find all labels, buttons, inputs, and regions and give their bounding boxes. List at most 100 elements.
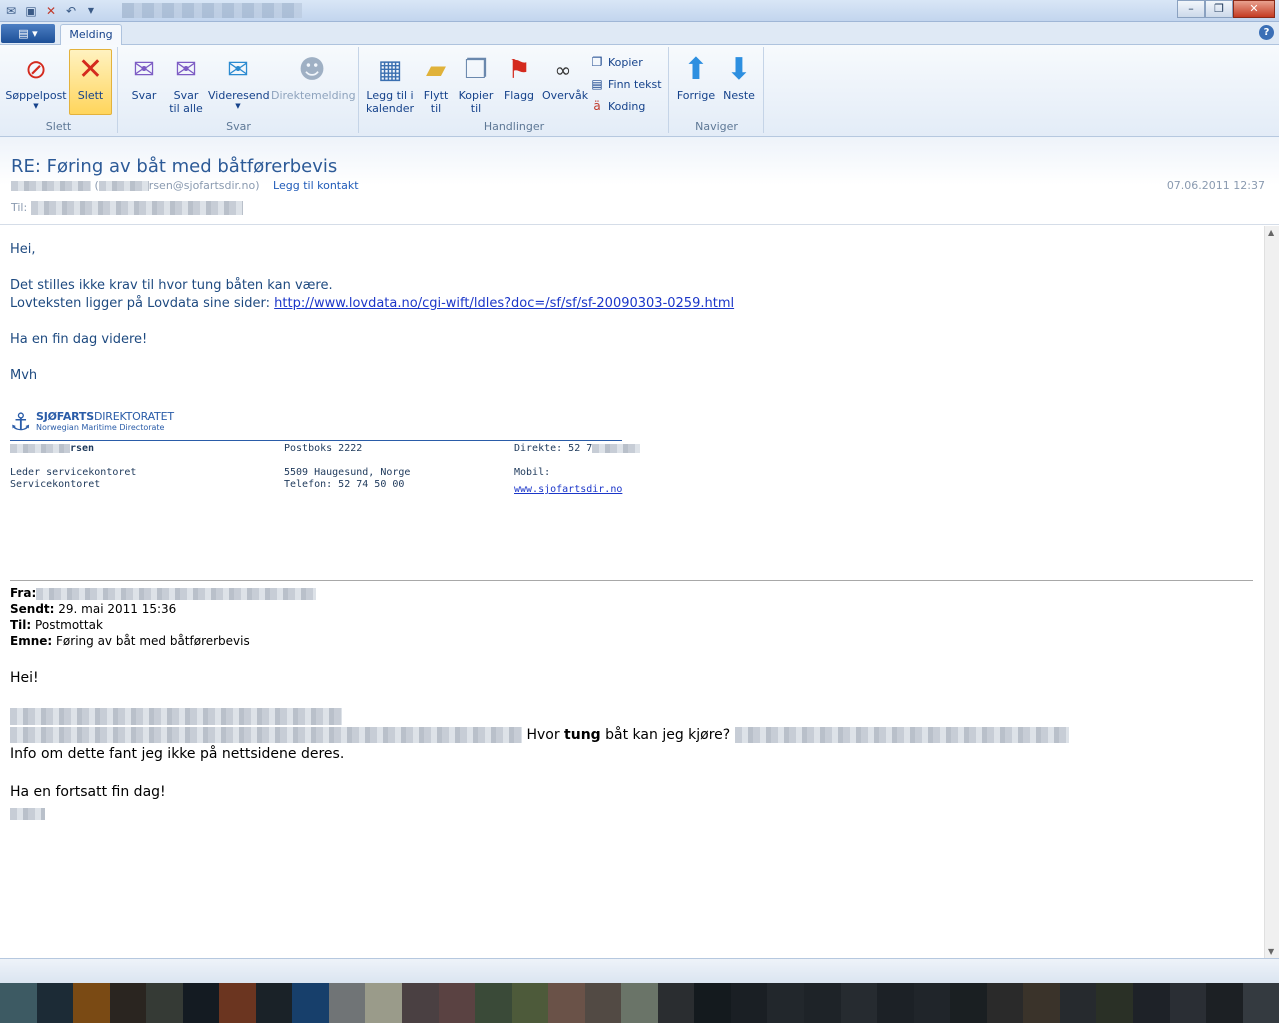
title-bar: ✉ ▣ ✕ ↶ ▼ – ❐ ✕	[0, 0, 1279, 22]
group-svar: ✉ Svar ✉ Svar til alle ✉ Videresend ▼ ☻ …	[119, 47, 359, 133]
reply-all-label-2: til alle	[169, 102, 203, 115]
logo-title-rest: DIREKTORATET	[93, 410, 174, 423]
find-text-button[interactable]: ▤ Finn tekst	[589, 75, 662, 93]
calendar-icon: ▦	[377, 55, 403, 85]
reply-icon[interactable]: ↶	[62, 2, 80, 20]
to-label: Til:	[11, 201, 28, 214]
calendar-label-1: Legg til i	[366, 89, 414, 102]
next-button[interactable]: ⬇ Neste	[719, 49, 759, 119]
quoted-to: Til: Postmottak	[10, 618, 103, 632]
watch-button[interactable]: ∞ Overvåk	[541, 49, 589, 119]
reply-button[interactable]: ✉ Svar	[123, 49, 165, 119]
forward-label: Videresend	[208, 89, 270, 102]
copy-to-label-2: til	[470, 102, 482, 115]
body-line-1: Det stilles ikke krav til hvor tung båte…	[10, 278, 333, 293]
taskbar-redacted	[0, 983, 1279, 1023]
add-to-calendar-button[interactable]: ▦ Legg til i kalender	[364, 49, 416, 119]
forward-icon: ✉	[227, 55, 249, 85]
quoted-subject-label: Emne:	[10, 634, 53, 648]
question-part-a: Hvor	[526, 727, 565, 743]
previous-label: Forrige	[676, 89, 716, 102]
chevron-down-icon: ▼	[235, 102, 241, 110]
save-icon[interactable]: ▣	[22, 2, 40, 20]
signature-website: www.sjofartsdir.no	[514, 484, 622, 495]
copy-to-label-1: Kopier	[458, 89, 494, 102]
next-arrow-icon: ⬇	[726, 52, 752, 87]
group-naviger: ⬆ Forrige ⬇ Neste Naviger	[670, 47, 764, 133]
junk-icon: ⊘	[25, 55, 47, 85]
maximize-button[interactable]: ❐	[1205, 0, 1233, 18]
logo-subtitle: Norwegian Maritime Directorate	[36, 423, 165, 432]
minimize-button[interactable]: –	[1177, 0, 1205, 18]
copy-button[interactable]: ❐ Kopier	[589, 53, 643, 71]
help-icon[interactable]: ?	[1259, 25, 1274, 40]
body-line-2: Lovteksten ligger på Lovdata sine sider:…	[10, 296, 734, 311]
flag-label: Flagg	[503, 89, 535, 102]
delete-button[interactable]: ✕ Slett	[69, 49, 112, 115]
group-label-handlinger: Handlinger	[483, 120, 545, 133]
question-part-b: båt kan jeg kjøre?	[600, 727, 731, 743]
delete-icon[interactable]: ✕	[42, 2, 60, 20]
sender-name-redacted	[11, 181, 91, 191]
app-menu-button[interactable]: ▤ ▾	[1, 24, 55, 43]
quoted-question-line: Hvor tung båt kan jeg kjøre?	[10, 727, 1069, 743]
encoding-icon: ä	[593, 99, 601, 113]
quoted-line-redacted-1	[10, 708, 342, 725]
signature-divider	[10, 440, 622, 441]
add-contact-link[interactable]: Legg til kontakt	[273, 179, 359, 192]
message-subject: RE: Føring av båt med båtførerbevis	[11, 156, 338, 177]
copy-to-icon: ❐	[464, 55, 488, 85]
status-bar	[0, 958, 1279, 983]
quoted-sent-value: 29. mai 2011 15:36	[58, 602, 177, 616]
encoding-label: Koding	[608, 100, 646, 113]
quoted-closing: Ha en fortsatt fin dag!	[10, 784, 166, 800]
mail-icon[interactable]: ✉	[2, 2, 20, 20]
watch-label: Overvåk	[542, 89, 589, 102]
tab-melding[interactable]: Melding	[60, 24, 122, 46]
vertical-scrollbar[interactable]: ▲ ▼	[1264, 226, 1279, 958]
quote-divider	[10, 580, 1253, 581]
copy-label: Kopier	[608, 56, 643, 69]
copy-to-button[interactable]: ❐ Kopier til	[456, 49, 496, 119]
previous-arrow-icon: ⬆	[683, 52, 709, 87]
instant-message-button[interactable]: ☻ Direktemelding	[270, 49, 356, 119]
signature-title-2: Servicekontoret	[10, 479, 101, 490]
scroll-up-icon[interactable]: ▲	[1268, 228, 1274, 237]
message-body: Hei, Det stilles ikke krav til hvor tung…	[0, 226, 1264, 958]
chevron-down-icon[interactable]: ▼	[82, 2, 100, 20]
group-label-naviger: Naviger	[695, 120, 738, 133]
delete-label: Slett	[77, 89, 104, 102]
find-text-label: Finn tekst	[608, 78, 662, 91]
quoted-from-redacted	[36, 587, 317, 600]
quoted-subject: Emne: Føring av båt med båtførerbevis	[10, 634, 250, 648]
instant-message-icon: ☻	[298, 55, 326, 85]
encoding-button[interactable]: ä Koding	[589, 97, 645, 115]
junk-label: Søppelpost	[5, 89, 67, 102]
logo-title-bold: SJØFARTS	[36, 410, 94, 423]
reply-all-button[interactable]: ✉ Svar til alle	[166, 49, 206, 119]
website-link[interactable]: www.sjofartsdir.no	[514, 484, 622, 495]
signature-name: rsen	[10, 443, 94, 454]
flag-button[interactable]: ⚑ Flagg	[499, 49, 539, 119]
reply-all-icon: ✉	[175, 55, 197, 85]
question-bold: tung	[564, 727, 601, 743]
close-button[interactable]: ✕	[1233, 0, 1275, 18]
sjofartsdirektoratet-logo: ⚓ SJØFARTSDIREKTORATET Norwegian Maritim…	[10, 403, 174, 443]
lovdata-link[interactable]: http://www.lovdata.no/cgi-wift/ldles?doc…	[274, 296, 734, 311]
quoted-to-label: Til:	[10, 618, 32, 632]
reply-all-label-1: Svar	[173, 89, 199, 102]
next-label: Neste	[723, 89, 755, 102]
previous-button[interactable]: ⬆ Forrige	[674, 49, 718, 119]
quoted-line-redacted-2	[10, 727, 522, 743]
scroll-down-icon[interactable]: ▼	[1268, 947, 1274, 956]
junk-button[interactable]: ⊘ Søppelpost ▼	[4, 49, 68, 115]
window-controls: – ❐ ✕	[1177, 0, 1275, 18]
signature-mobile: Mobil:	[514, 467, 551, 478]
move-to-button[interactable]: ▰ Flytt til	[418, 49, 454, 119]
forward-button[interactable]: ✉ Videresend ▼	[207, 49, 270, 119]
group-label-svar: Svar	[226, 120, 251, 133]
body-greeting: Hei,	[10, 242, 36, 257]
quoted-from-label: Fra:	[10, 586, 37, 600]
delete-icon: ✕	[77, 52, 104, 87]
crown-anchor-icon: ⚓	[10, 408, 32, 436]
